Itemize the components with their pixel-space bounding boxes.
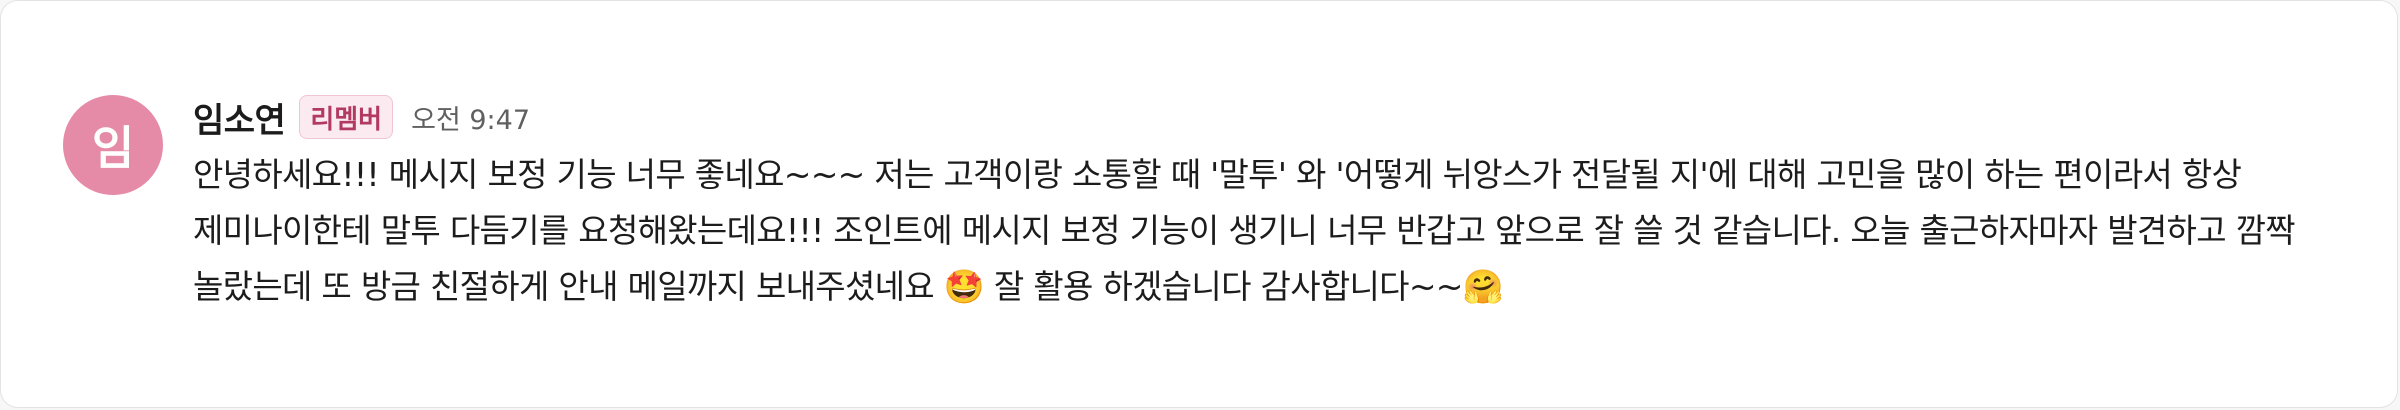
message-header: 임소연 리멤버 오전 9:47 xyxy=(193,93,2373,141)
message-card: 임 임소연 리멤버 오전 9:47 안녕하세요!!! 메시지 보정 기능 너무 … xyxy=(0,0,2398,408)
message-timestamp[interactable]: 오전 9:47 xyxy=(411,98,530,137)
message-body: 안녕하세요!!! 메시지 보정 기능 너무 좋네요~~~ 저는 고객이랑 소통할… xyxy=(193,155,2296,306)
avatar-initial: 임 xyxy=(91,121,135,175)
message-content: 임소연 리멤버 오전 9:47 안녕하세요!!! 메시지 보정 기능 너무 좋네… xyxy=(193,93,2373,315)
chat-message[interactable]: 임 임소연 리멤버 오전 9:47 안녕하세요!!! 메시지 보정 기능 너무 … xyxy=(63,93,2373,315)
company-badge: 리멤버 xyxy=(299,95,394,139)
sender-name[interactable]: 임소연 xyxy=(193,93,286,142)
avatar[interactable]: 임 xyxy=(63,95,163,195)
